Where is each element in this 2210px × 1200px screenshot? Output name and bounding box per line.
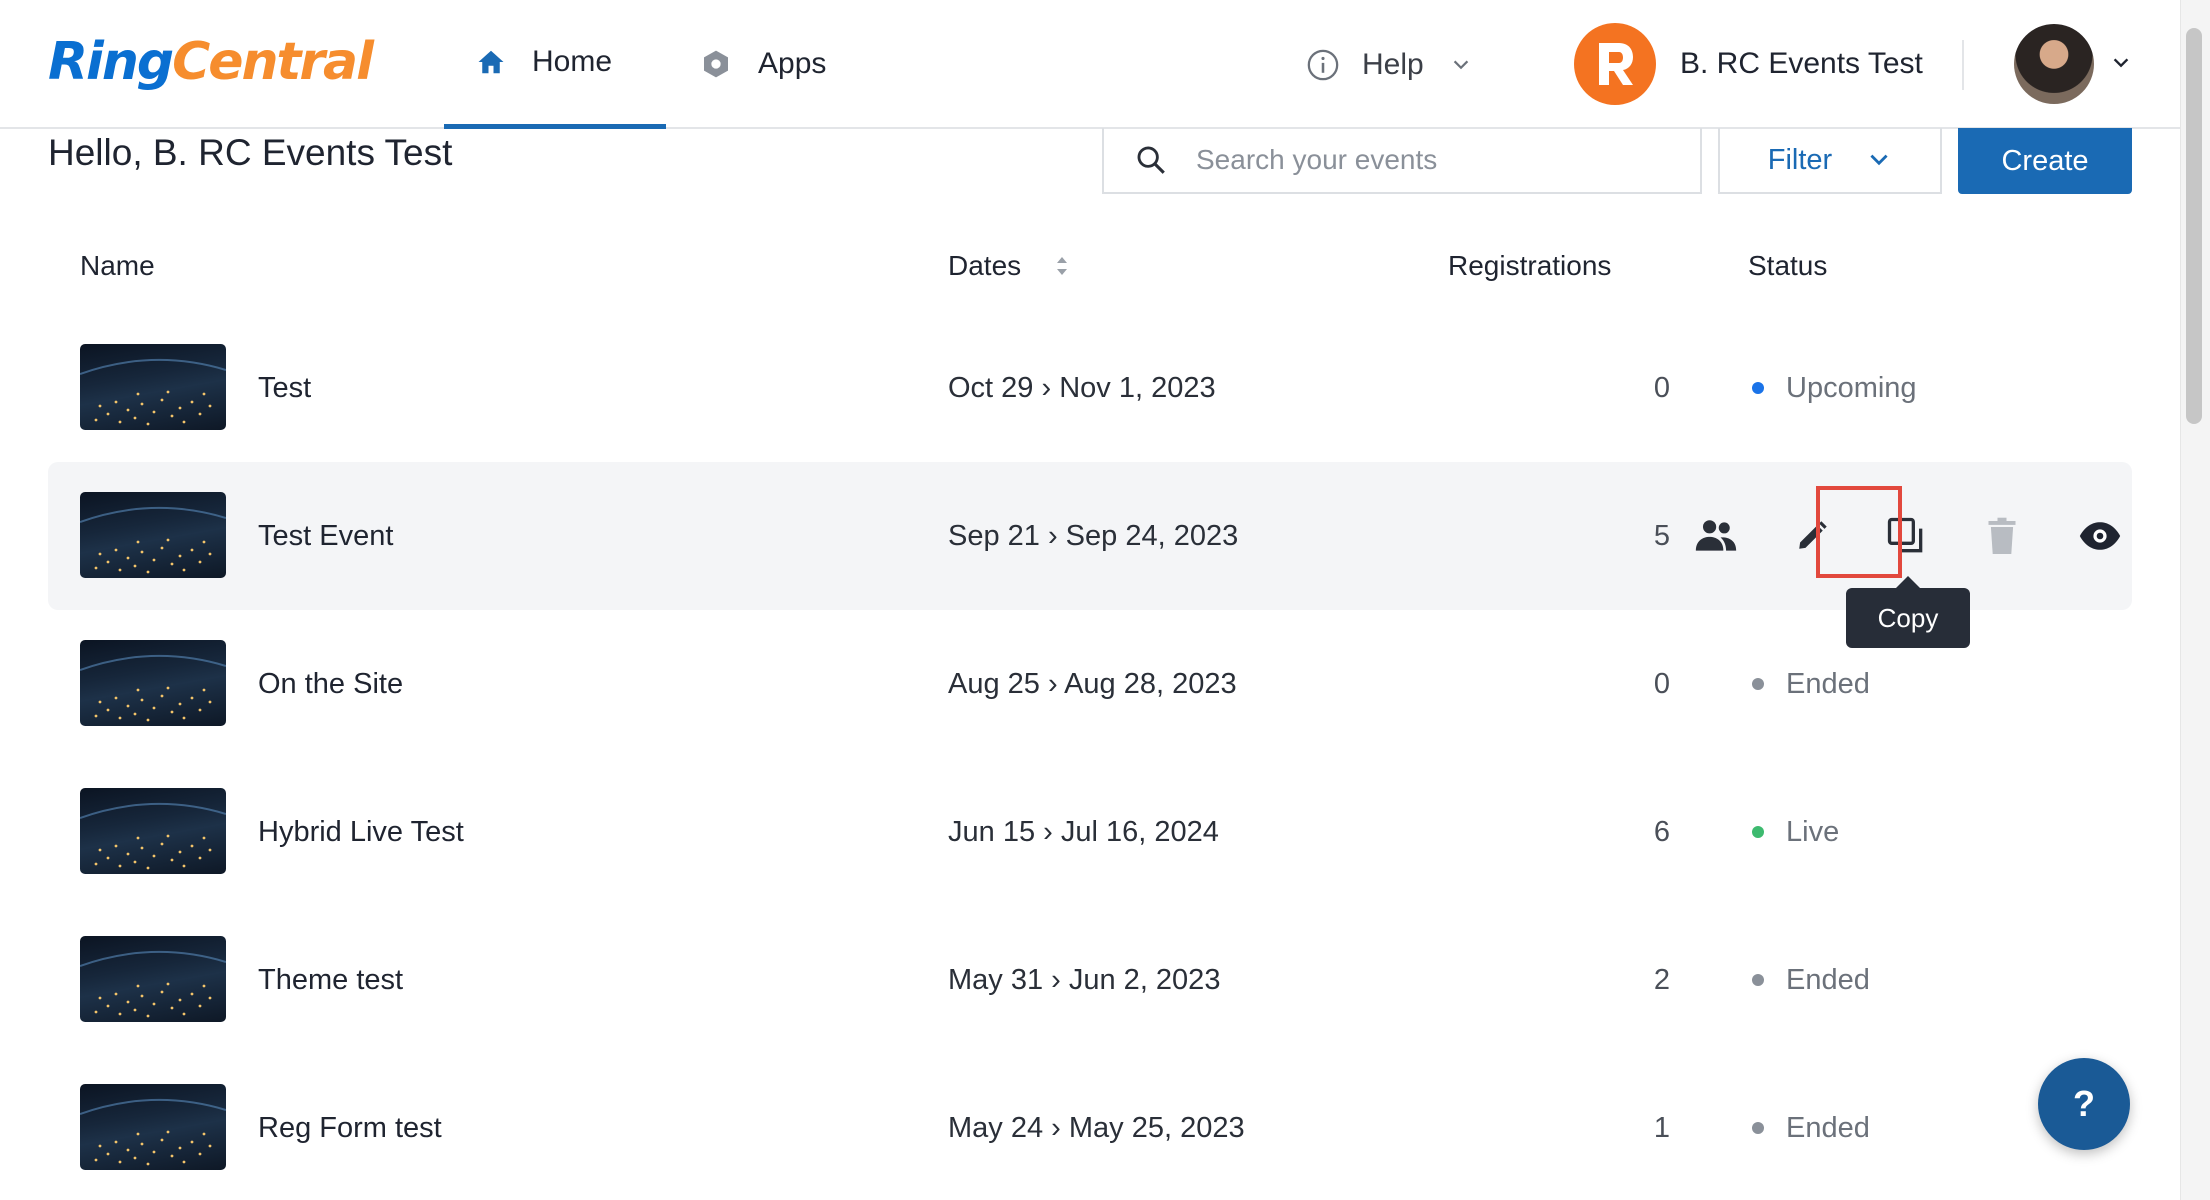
city-lights-image <box>80 654 226 722</box>
status-dot <box>1752 826 1764 838</box>
event-name[interactable]: Test <box>258 314 311 462</box>
status-label: Ended <box>1786 667 1870 700</box>
table-row[interactable]: Reg Form test May 24 › May 25, 2023 1 En… <box>48 1054 2132 1200</box>
event-thumbnail <box>80 492 226 578</box>
column-header-registrations: Registrations <box>1448 250 1611 282</box>
event-registrations: 0 <box>1653 667 1670 700</box>
city-lights-image <box>80 358 226 426</box>
event-dates: Oct 29 › Nov 1, 2023 <box>948 371 1216 404</box>
search-box[interactable] <box>1102 128 1702 194</box>
avatar-chevron-down-icon[interactable] <box>2110 52 2132 74</box>
event-name[interactable]: On the Site <box>258 610 403 758</box>
eye-icon <box>2079 522 2121 550</box>
copy-tooltip: Copy <box>1846 576 1970 648</box>
event-registrations: 6 <box>1653 815 1670 848</box>
account-name: B. RC Events Test <box>1680 47 1923 80</box>
event-name[interactable]: Theme test <box>258 906 403 1054</box>
status-label: Live <box>1786 815 1840 848</box>
event-registrations: 0 <box>1653 371 1670 404</box>
search-icon <box>1137 146 1165 174</box>
filter-button[interactable]: Filter <box>1718 128 1942 194</box>
status-dot <box>1752 1122 1764 1134</box>
nav-divider <box>1962 40 1964 90</box>
event-registrations: 2 <box>1653 963 1670 996</box>
copy-highlight-box <box>1816 486 1902 578</box>
event-dates: May 31 › Jun 2, 2023 <box>948 963 1221 996</box>
status-dot <box>1752 382 1764 394</box>
account-logo <box>1574 23 1656 105</box>
attendees-button[interactable] <box>1688 508 1744 564</box>
top-nav-bar: RingCentral Home Apps Help B. RC Events … <box>0 0 2180 129</box>
event-thumbnail <box>80 640 226 726</box>
apps-hexagon-icon <box>704 50 728 77</box>
table-row[interactable]: Test Oct 29 › Nov 1, 2023 0 Upcoming <box>48 314 2132 462</box>
event-name[interactable]: Test Event <box>258 462 393 610</box>
help-label: Help <box>1362 47 1424 81</box>
account-r-logo-icon <box>1599 43 1633 85</box>
search-input[interactable] <box>1196 144 1676 176</box>
event-status: Ended <box>1752 906 1870 1054</box>
city-lights-image <box>80 506 226 574</box>
nav-apps-label: Apps <box>758 46 827 80</box>
info-icon <box>1307 49 1339 80</box>
column-registrations-label: Registrations <box>1448 250 1612 281</box>
column-status-label: Status <box>1748 250 1828 281</box>
nav-apps-tab[interactable]: Apps <box>700 0 826 127</box>
preview-button[interactable] <box>2072 508 2128 564</box>
sort-icon[interactable] <box>1055 254 1069 278</box>
status-label: Ended <box>1786 1111 1870 1144</box>
table-row[interactable]: Hybrid Live Test Jun 15 › Jul 16, 2024 6… <box>48 758 2132 906</box>
event-thumbnail <box>80 1084 226 1170</box>
event-status: Live <box>1752 758 1839 906</box>
event-dates: Jun 15 › Jul 16, 2024 <box>948 815 1219 848</box>
status-dot <box>1752 974 1764 986</box>
event-name[interactable]: Reg Form test <box>258 1054 442 1200</box>
nav-home-tab[interactable]: Home <box>444 0 666 129</box>
column-name-label: Name <box>80 250 155 281</box>
column-header-dates[interactable]: Dates <box>948 250 1069 282</box>
help-menu[interactable]: Help <box>1306 0 1472 129</box>
status-label: Upcoming <box>1786 371 1917 404</box>
table-row[interactable]: On the Site Aug 25 › Aug 28, 2023 0 Ende… <box>48 610 2132 758</box>
logo-central-text: Central <box>172 32 374 92</box>
event-dates: May 24 › May 25, 2023 <box>948 1111 1245 1144</box>
page-greeting: Hello, B. RC Events Test <box>48 132 453 173</box>
column-header-name: Name <box>80 250 155 282</box>
chevron-down-icon <box>1870 154 1888 166</box>
logo-ring-text: Ring <box>48 32 174 92</box>
event-name[interactable]: Hybrid Live Test <box>258 758 464 906</box>
status-dot <box>1752 678 1764 690</box>
account-switcher[interactable]: B. RC Events Test <box>1574 22 1923 106</box>
city-lights-image <box>80 802 226 870</box>
event-status: Ended <box>1752 1054 1870 1200</box>
column-header-status: Status <box>1748 250 1827 282</box>
status-label: Ended <box>1786 963 1870 996</box>
event-thumbnail <box>80 788 226 874</box>
event-thumbnail <box>80 344 226 430</box>
scrollbar-thumb[interactable] <box>2186 28 2202 424</box>
user-avatar[interactable] <box>2014 24 2094 104</box>
column-dates-label: Dates <box>948 250 1022 281</box>
event-status: Upcoming <box>1752 314 1917 462</box>
home-icon <box>478 50 504 74</box>
nav-home-label: Home <box>532 45 613 78</box>
event-registrations: 1 <box>1653 1111 1670 1144</box>
table-row[interactable]: Theme test May 31 › Jun 2, 2023 2 Ended <box>48 906 2132 1054</box>
chevron-down-icon <box>1453 60 1468 69</box>
event-thumbnail <box>80 936 226 1022</box>
event-dates: Aug 25 › Aug 28, 2023 <box>948 667 1237 700</box>
delete-button[interactable] <box>1974 508 2030 564</box>
filter-label: Filter <box>1767 143 1833 176</box>
help-fab-button[interactable]: ? <box>2038 1058 2130 1150</box>
event-registrations: 5 <box>1653 519 1670 552</box>
people-icon <box>1695 520 1737 551</box>
trash-icon <box>1988 517 2016 554</box>
city-lights-image <box>80 1098 226 1166</box>
ringcentral-logo[interactable]: RingCentral <box>48 32 374 92</box>
city-lights-image <box>80 950 226 1018</box>
create-button[interactable]: Create <box>1958 128 2132 194</box>
event-dates: Sep 21 › Sep 24, 2023 <box>948 519 1239 552</box>
